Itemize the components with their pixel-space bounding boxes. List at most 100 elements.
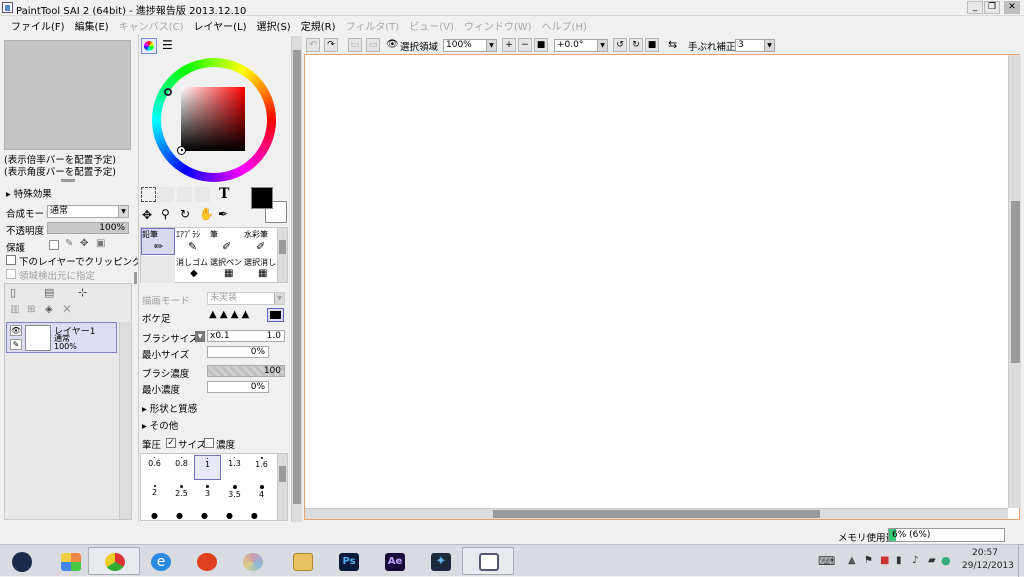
clock-date[interactable]: 29/12/2013: [962, 561, 1014, 571]
blend-mode-select[interactable]: 通常 ▼: [47, 205, 129, 218]
stabilizer-select[interactable]: 3 ▼: [735, 39, 775, 52]
brush-size-preset[interactable]: 3: [194, 483, 221, 503]
taskbar-app-ie[interactable]: e: [134, 547, 186, 575]
text-tool-icon[interactable]: T: [219, 186, 229, 202]
color-marker[interactable]: [177, 146, 186, 155]
primary-color-swatch[interactable]: [251, 187, 273, 209]
taskbar-app-paint[interactable]: [226, 547, 278, 575]
saturation-value-square[interactable]: [181, 87, 245, 151]
brush-eraser[interactable]: 消しゴム ◆: [175, 256, 209, 283]
layer-row[interactable]: 👁 ✎ レイヤー1 通常 100%: [6, 322, 117, 353]
min-density-slider[interactable]: 0%: [207, 381, 269, 393]
volume-icon[interactable]: ♪: [912, 555, 918, 566]
brush-size-preset[interactable]: 0.8: [168, 455, 195, 475]
taskbar-app-after-effects[interactable]: Ae: [368, 547, 420, 575]
menu-ruler[interactable]: 定規(R): [296, 16, 341, 34]
rotate-reset-button[interactable]: ■: [645, 38, 659, 52]
keyboard-icon[interactable]: ⌨: [818, 554, 835, 568]
move-tool-icon[interactable]: ✥: [142, 208, 152, 222]
tray-expand-icon[interactable]: ▲: [848, 555, 856, 566]
menu-layer[interactable]: レイヤー(L): [188, 16, 251, 34]
pressure-density-checkbox[interactable]: [204, 438, 214, 448]
brush-size-preset[interactable]: 3.5: [221, 483, 248, 503]
zoom-reset-button[interactable]: ■: [534, 38, 548, 52]
bokeh-shape-selected[interactable]: [267, 308, 284, 322]
brush-grid-scrollbar[interactable]: [277, 228, 287, 282]
menu-canvas[interactable]: キャンバス(C): [114, 16, 189, 34]
brush-size-preset[interactable]: 1: [194, 455, 221, 480]
merge-layer-icon[interactable]: ◈: [45, 304, 53, 315]
clip-checkbox[interactable]: [6, 255, 16, 265]
brush-size-scrollbar[interactable]: [277, 454, 287, 520]
brush-fude[interactable]: 筆 ✐: [209, 228, 243, 255]
pressure-size-checkbox[interactable]: ✓: [166, 438, 176, 448]
delete-layer-icon[interactable]: ✕: [62, 302, 72, 316]
density-slider[interactable]: 100: [207, 365, 285, 377]
taskbar-app-explorer[interactable]: [276, 547, 328, 575]
eyedropper-tool-icon[interactable]: ✒: [218, 207, 228, 221]
splitter-handle[interactable]: [61, 179, 75, 182]
eye-icon[interactable]: 👁: [386, 39, 399, 50]
brush-select-erase[interactable]: 選択消し ▦: [243, 256, 277, 283]
drawing-canvas[interactable]: [304, 54, 1020, 520]
restore-button[interactable]: ❐: [984, 1, 1000, 14]
canvas-vertical-scrollbar[interactable]: [1008, 55, 1021, 508]
layer-scrollbar[interactable]: [119, 322, 131, 519]
hue-marker[interactable]: [164, 88, 172, 96]
menu-filter[interactable]: フィルタ(T): [340, 16, 404, 34]
eye-icon[interactable]: 👁: [10, 325, 22, 336]
menu-help[interactable]: ヘルプ(H): [537, 16, 592, 34]
hand-tool-icon[interactable]: ✋: [199, 207, 214, 221]
invert-selection-icon[interactable]: ▭: [366, 38, 380, 52]
lock-icon[interactable]: ▣: [96, 238, 105, 249]
chevron-down-icon[interactable]: ▼: [195, 331, 205, 342]
brush-size-preset[interactable]: 1.6: [248, 455, 275, 475]
taskbar-app-sai[interactable]: [462, 547, 514, 575]
taskbar-app-chrome[interactable]: [88, 547, 140, 575]
swatch-list-tab[interactable]: ☰: [162, 38, 173, 52]
selection-source-checkbox[interactable]: [6, 269, 16, 279]
minimize-button[interactable]: _: [967, 1, 983, 14]
brush-pencil[interactable]: 鉛筆 ✏: [141, 228, 175, 255]
redo-icon[interactable]: ↷: [324, 38, 338, 52]
brush-size-preset[interactable]: 0.6: [141, 455, 168, 475]
marquee-tool-icon[interactable]: [141, 187, 156, 202]
other-section-header[interactable]: ▸ その他: [142, 418, 178, 432]
new-layer-set-icon[interactable]: ▤: [44, 286, 54, 299]
flip-horizontal-icon[interactable]: ⇆: [668, 38, 677, 51]
start-button[interactable]: [0, 547, 44, 575]
protect-alpha-icon[interactable]: [49, 240, 59, 250]
power-icon[interactable]: ▰: [928, 555, 936, 566]
menu-window[interactable]: ウィンドウ(W): [459, 16, 537, 34]
menu-edit[interactable]: 編集(E): [70, 16, 114, 34]
menu-select[interactable]: 選択(S): [252, 16, 296, 34]
menu-view[interactable]: ビュー(V): [404, 16, 459, 34]
deselect-icon[interactable]: ▭: [348, 38, 362, 52]
brush-size-preset[interactable]: 1.3: [221, 455, 248, 475]
taskbar-app-red[interactable]: [180, 547, 232, 575]
clock-time[interactable]: 20:57: [972, 548, 998, 558]
rotate-tool-icon[interactable]: ↻: [180, 207, 190, 221]
effects-section-header[interactable]: ▸ 特殊効果: [6, 186, 52, 200]
zoom-tool-icon[interactable]: ⚲: [161, 207, 170, 221]
opacity-slider[interactable]: 100%: [47, 222, 129, 234]
taskbar-app-photoshop[interactable]: Ps: [322, 547, 374, 575]
undo-icon[interactable]: ↶: [306, 38, 320, 52]
brush-select-pen[interactable]: 選択ペン ▦: [209, 256, 243, 283]
draw-mode-select[interactable]: 未実装 ▼: [207, 292, 285, 305]
brush-airbrush[interactable]: ｴｱﾌﾞﾗｼ ✎: [175, 228, 209, 255]
canvas-horizontal-scrollbar[interactable]: [305, 508, 1008, 519]
layer-lock-icon[interactable]: ▥: [10, 304, 19, 315]
protect-move-icon[interactable]: ✥: [80, 238, 88, 249]
crop-icon[interactable]: ⊹: [78, 286, 87, 299]
menu-file[interactable]: ファイル(F): [6, 16, 70, 34]
color-wheel-tab[interactable]: [141, 38, 157, 54]
protect-pen-icon[interactable]: ✎: [65, 238, 73, 249]
network-icon[interactable]: ▮: [896, 555, 902, 566]
close-button[interactable]: ✕: [1004, 1, 1020, 14]
shape-section-header[interactable]: ▸ 形状と質感: [142, 401, 197, 415]
navigator-preview[interactable]: [4, 40, 131, 150]
tray-app-icon[interactable]: ■: [880, 555, 889, 566]
taskbar-app-butterfly[interactable]: ✦: [414, 547, 466, 575]
brush-size-preset[interactable]: 2: [141, 483, 168, 503]
